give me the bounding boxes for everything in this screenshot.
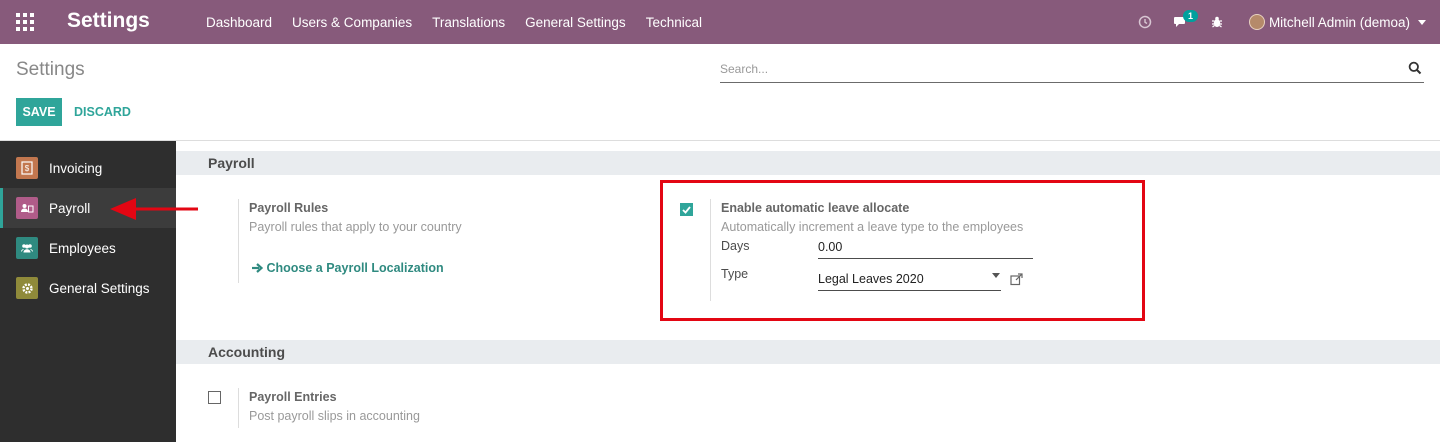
search-bar (720, 57, 1424, 83)
sidebar-item-label: General Settings (49, 280, 150, 296)
svg-text:$: $ (25, 164, 30, 173)
sidebar-item-label: Employees (49, 240, 116, 256)
apps-grid-icon[interactable] (16, 13, 34, 31)
menu-general-settings[interactable]: General Settings (515, 15, 636, 30)
gear-icon (16, 277, 38, 299)
sidebar-item-invoicing[interactable]: $ Invoicing (0, 148, 176, 188)
sidebar-item-general-settings[interactable]: General Settings (0, 268, 176, 308)
link-label: Choose a Payroll Localization (266, 261, 444, 275)
settings-sidebar: $ Invoicing Payroll Employees General Se… (0, 141, 176, 442)
messages-icon[interactable]: 1 (1171, 0, 1198, 44)
main-menu: Dashboard Users & Companies Translations… (196, 0, 712, 44)
annotation-arrow-icon (110, 198, 198, 220)
arrow-right-icon (252, 263, 264, 273)
section-heading-accounting: Accounting (176, 340, 1440, 364)
search-icon[interactable] (1408, 61, 1422, 75)
page-title: Settings (16, 59, 85, 80)
choose-localization-link[interactable]: Choose a Payroll Localization (251, 261, 444, 275)
menu-translations[interactable]: Translations (422, 15, 515, 30)
menu-dashboard[interactable]: Dashboard (196, 15, 282, 30)
user-menu[interactable]: Mitchell Admin (demoa) (1248, 14, 1426, 30)
setting-divider (238, 199, 239, 283)
section-heading-payroll: Payroll (176, 151, 1440, 175)
user-name: Mitchell Admin (demoa) (1268, 14, 1410, 30)
top-navbar: Settings Dashboard Users & Companies Tra… (0, 0, 1440, 44)
bug-icon[interactable] (1207, 0, 1227, 44)
payroll-entries-checkbox[interactable] (208, 391, 221, 404)
search-input[interactable] (720, 57, 1390, 81)
payroll-entries-title: Payroll Entries (249, 390, 337, 404)
sidebar-item-label: Invoicing (49, 160, 103, 176)
payroll-rules-title: Payroll Rules (249, 201, 329, 215)
menu-technical[interactable]: Technical (636, 15, 712, 30)
systray: 1 Mitchell Admin (demoa) (1127, 0, 1440, 44)
chevron-down-icon (1418, 19, 1426, 25)
sidebar-item-employees[interactable]: Employees (0, 228, 176, 268)
discard-button[interactable]: DISCARD (68, 98, 137, 126)
payroll-rules-description: Payroll rules that apply to your country (249, 220, 462, 234)
payroll-icon (16, 197, 38, 219)
setting-divider (238, 388, 239, 428)
invoice-icon: $ (16, 157, 38, 179)
messages-badge: 1 (1182, 10, 1198, 22)
divider (0, 140, 1440, 141)
menu-users-companies[interactable]: Users & Companies (282, 15, 422, 30)
employees-icon (16, 237, 38, 259)
highlight-box (660, 180, 1145, 321)
save-button[interactable]: SAVE (16, 98, 62, 126)
app-brand: Settings (67, 9, 150, 32)
payroll-entries-description: Post payroll slips in accounting (249, 409, 420, 423)
clock-icon[interactable] (1135, 0, 1155, 44)
avatar (1248, 14, 1265, 30)
sidebar-item-label: Payroll (49, 200, 91, 216)
